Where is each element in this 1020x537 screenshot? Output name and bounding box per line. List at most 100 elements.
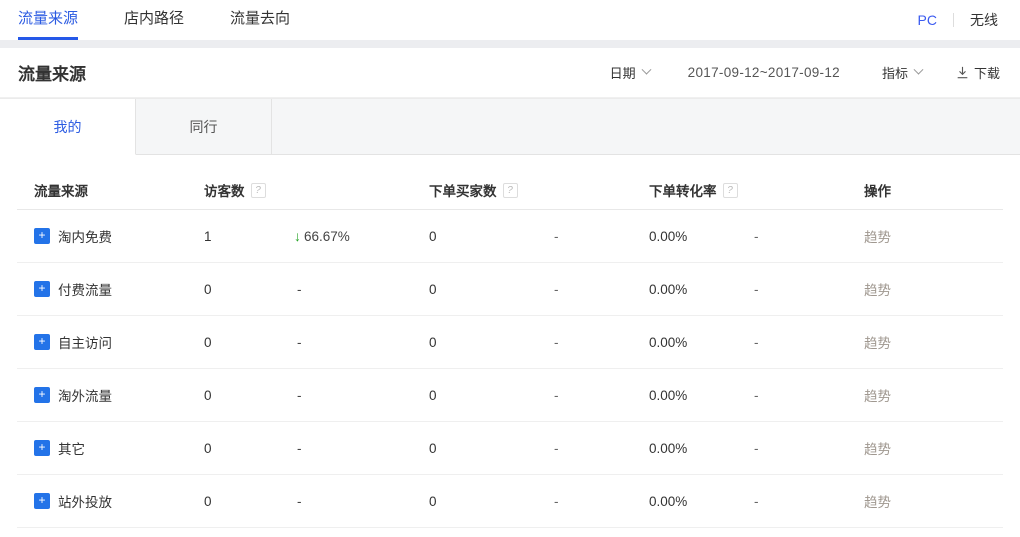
- toolbar: 流量来源 日期 2017-09-12~2017-09-12 指标 下载: [0, 48, 1020, 98]
- source-name: 自主访问: [58, 332, 112, 352]
- col-header-conversion: 下单转化率 ?: [649, 180, 754, 200]
- expand-plus-icon[interactable]: +: [34, 387, 50, 403]
- toolbar-controls: 日期 2017-09-12~2017-09-12 指标 下载: [610, 63, 1000, 82]
- date-type-label: 日期: [610, 63, 636, 82]
- source-name: 淘内免费: [58, 226, 112, 246]
- source-name: 站外投放: [58, 491, 112, 511]
- tab-peers[interactable]: 同行: [136, 99, 272, 154]
- buyers-change: -: [554, 229, 649, 244]
- visitors-value: 0: [204, 335, 294, 350]
- help-icon[interactable]: ?: [251, 183, 266, 198]
- conversion-value: 0.00%: [649, 441, 754, 456]
- metric-dropdown[interactable]: 指标: [882, 63, 922, 82]
- buyers-value: 0: [429, 441, 554, 456]
- nav-tab-instore-path[interactable]: 店内路径: [124, 0, 184, 40]
- buyers-change: -: [554, 388, 649, 403]
- date-type-dropdown[interactable]: 日期: [610, 63, 650, 82]
- traffic-source-table: 流量来源 访客数 ? 下单买家数 ? 下单转化率 ? 操作 + 淘内免费 1 ↓…: [0, 171, 1020, 528]
- date-range-picker[interactable]: 2017-09-12~2017-09-12: [688, 65, 840, 80]
- download-icon: [956, 66, 969, 79]
- source-name: 其它: [58, 438, 85, 458]
- visitors-change: -: [297, 282, 302, 297]
- table-row: + 其它 0 - 0 - 0.00% - 趋势: [17, 422, 1003, 475]
- top-nav: 流量来源 店内路径 流量去向 PC 无线: [0, 0, 1020, 40]
- trend-link[interactable]: 趋势: [864, 442, 891, 457]
- source-name: 付费流量: [58, 279, 112, 299]
- trend-link[interactable]: 趋势: [864, 336, 891, 351]
- visitors-value: 0: [204, 282, 294, 297]
- tab-mine[interactable]: 我的: [0, 99, 136, 155]
- table-row: + 淘内免费 1 ↓ 66.67% 0 - 0.00% - 趋势: [17, 210, 1003, 263]
- table-row: + 站外投放 0 - 0 - 0.00% - 趋势: [17, 475, 1003, 528]
- download-button[interactable]: 下载: [956, 63, 1000, 82]
- top-nav-tabs: 流量来源 店内路径 流量去向: [18, 0, 336, 40]
- visitors-change: -: [297, 388, 302, 403]
- table-row: + 淘外流量 0 - 0 - 0.00% - 趋势: [17, 369, 1003, 422]
- col-header-visitors: 访客数 ?: [204, 180, 294, 200]
- trend-link[interactable]: 趋势: [864, 230, 891, 245]
- source-name: 淘外流量: [58, 385, 112, 405]
- buyers-value: 0: [429, 494, 554, 509]
- help-icon[interactable]: ?: [723, 183, 738, 198]
- visitors-value: 0: [204, 388, 294, 403]
- expand-plus-icon[interactable]: +: [34, 440, 50, 456]
- expand-plus-icon[interactable]: +: [34, 228, 50, 244]
- conversion-change: -: [754, 282, 864, 297]
- buyers-change: -: [554, 494, 649, 509]
- conversion-change: -: [754, 494, 864, 509]
- device-pc-link[interactable]: PC: [918, 12, 937, 28]
- conversion-value: 0.00%: [649, 388, 754, 403]
- device-switch: PC 无线: [918, 10, 998, 30]
- download-label: 下载: [974, 63, 1000, 82]
- expand-plus-icon[interactable]: +: [34, 334, 50, 350]
- table-row: + 付费流量 0 - 0 - 0.00% - 趋势: [17, 263, 1003, 316]
- conversion-value: 0.00%: [649, 282, 754, 297]
- conversion-value: 0.00%: [649, 229, 754, 244]
- col-header-action: 操作: [864, 180, 1003, 200]
- page-title: 流量来源: [18, 60, 86, 85]
- nav-tab-traffic-destination[interactable]: 流量去向: [230, 0, 290, 40]
- nav-tab-traffic-source[interactable]: 流量来源: [18, 0, 78, 40]
- buyers-value: 0: [429, 229, 554, 244]
- visitors-change: -: [297, 441, 302, 456]
- help-icon[interactable]: ?: [503, 183, 518, 198]
- chevron-down-icon: [641, 65, 651, 75]
- col-header-buyers-label: 下单买家数: [429, 180, 497, 200]
- buyers-change: -: [554, 282, 649, 297]
- conversion-change: -: [754, 388, 864, 403]
- col-header-buyers: 下单买家数 ?: [429, 180, 554, 200]
- expand-plus-icon[interactable]: +: [34, 281, 50, 297]
- conversion-change: -: [754, 335, 864, 350]
- col-header-source: 流量来源: [34, 180, 204, 200]
- down-arrow-icon: ↓: [294, 228, 301, 244]
- table-row: + 自主访问 0 - 0 - 0.00% - 趋势: [17, 316, 1003, 369]
- conversion-value: 0.00%: [649, 494, 754, 509]
- view-tabs: 我的 同行: [0, 98, 1020, 155]
- separator-band: [0, 40, 1020, 48]
- table-header-row: 流量来源 访客数 ? 下单买家数 ? 下单转化率 ? 操作: [17, 171, 1003, 210]
- visitors-value: 0: [204, 441, 294, 456]
- chevron-down-icon: [914, 65, 924, 75]
- metric-label: 指标: [882, 63, 908, 82]
- conversion-change: -: [754, 441, 864, 456]
- visitors-change: -: [297, 335, 302, 350]
- trend-link[interactable]: 趋势: [864, 389, 891, 404]
- visitors-value: 0: [204, 494, 294, 509]
- col-header-visitors-label: 访客数: [204, 180, 245, 200]
- tab-strip-filler: [272, 99, 1020, 154]
- buyers-change: -: [554, 335, 649, 350]
- buyers-value: 0: [429, 388, 554, 403]
- buyers-value: 0: [429, 335, 554, 350]
- col-header-conversion-label: 下单转化率: [649, 180, 717, 200]
- trend-link[interactable]: 趋势: [864, 495, 891, 510]
- trend-link[interactable]: 趋势: [864, 283, 891, 298]
- visitors-change: -: [297, 494, 302, 509]
- buyers-value: 0: [429, 282, 554, 297]
- divider: [953, 13, 954, 27]
- buyers-change: -: [554, 441, 649, 456]
- conversion-change: -: [754, 229, 864, 244]
- conversion-value: 0.00%: [649, 335, 754, 350]
- expand-plus-icon[interactable]: +: [34, 493, 50, 509]
- device-wireless-link[interactable]: 无线: [970, 10, 998, 30]
- visitors-change: 66.67%: [304, 229, 350, 244]
